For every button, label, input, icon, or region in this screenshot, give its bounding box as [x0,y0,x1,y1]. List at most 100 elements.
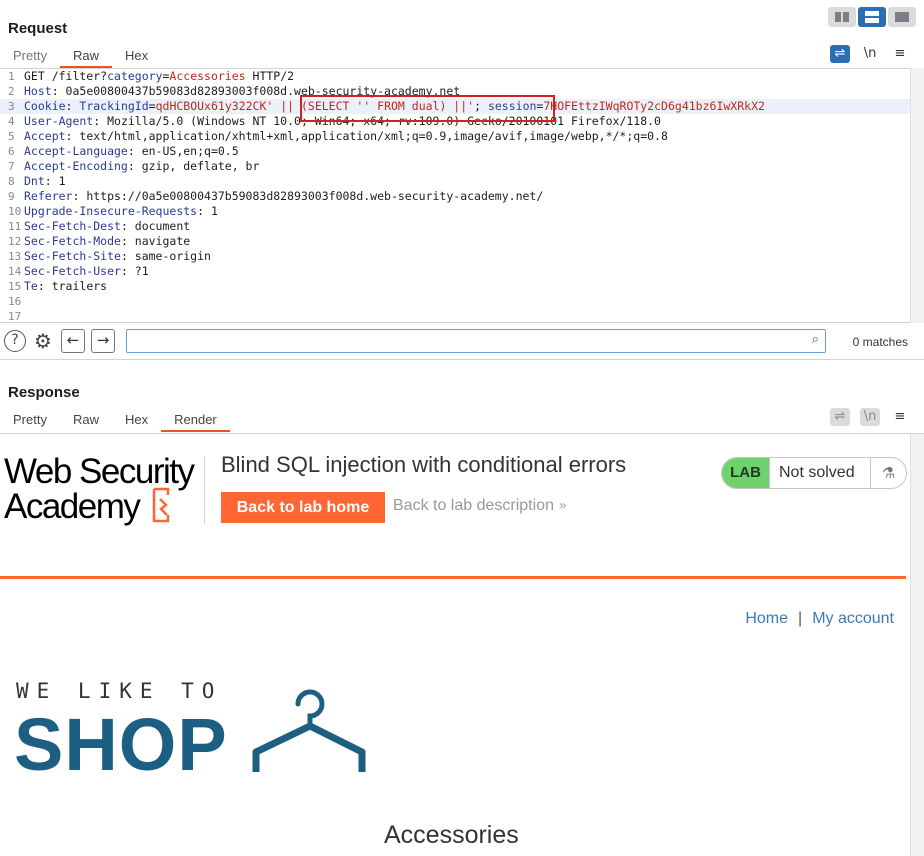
lab-status-badge: LAB Not solved ⚗ [721,457,907,489]
wrap-icon[interactable]: ⇌ [830,408,850,426]
code-token: Upgrade-Insecure-Requests [24,204,198,218]
line-code: Accept-Encoding: gzip, deflate, br [24,159,259,174]
menu-icon[interactable]: ≡ [890,408,910,426]
line-code: Sec-Fetch-Site: same-origin [24,249,211,264]
editor-line[interactable]: 8 Dnt: 1 [0,174,924,189]
nav-my-account-link[interactable]: My account [812,610,894,627]
shop-tagline: WE LIKE TO [16,679,223,703]
line-number: 12 [8,235,22,248]
code-token: Sec-Fetch-Dest [24,219,121,233]
layout-toggle-group [828,7,916,27]
layout-side-by-side-button[interactable] [828,7,856,27]
request-tools: ⇌ \n ≡ [830,45,910,63]
search-next-button[interactable]: → [91,329,115,353]
code-token: Dnt [24,174,45,188]
code-token: TrackingId [79,99,149,113]
newline-toggle[interactable]: \n [860,408,880,426]
line-code: Sec-Fetch-User: ?1 [24,264,149,279]
nav-home-link[interactable]: Home [745,610,788,627]
code-token: : 1 [44,174,66,188]
search-icon: ⌕ [811,332,819,347]
editor-line[interactable]: 15 Te: trailers [0,279,924,294]
line-number: 4 [8,115,15,128]
line-number: 14 [8,265,22,278]
response-tabs: Pretty Raw Hex Render [0,411,230,432]
line-number: 1 [8,70,15,83]
lab-tag: LAB [722,458,770,488]
request-tabs: Pretty Raw Hex [0,47,161,68]
line-number: 2 [8,85,15,98]
editor-line[interactable]: 13 Sec-Fetch-Site: same-origin [0,249,924,264]
request-tab-pretty[interactable]: Pretty [0,47,60,68]
code-token: Sec-Fetch-Site [24,249,121,263]
line-code: Accept-Language: en-US,en;q=0.5 [24,144,239,159]
wrap-icon[interactable]: ⇌ [830,45,850,63]
response-tab-raw[interactable]: Raw [60,411,112,432]
code-token: User-Agent [24,114,94,128]
menu-icon[interactable]: ≡ [890,45,910,63]
editor-line[interactable]: 5 Accept: text/html,application/xhtml+xml… [0,129,924,144]
code-token: : gzip, deflate, br [127,159,260,173]
search-prev-button[interactable]: ← [61,329,85,353]
category-title: Accessories [384,821,519,849]
editor-line[interactable]: 9 Referer: https://0a5e00800437b59083d828… [0,189,924,204]
editor-line[interactable]: 7 Accept-Encoding: gzip, deflate, br [0,159,924,174]
request-title: Request [8,20,68,37]
line-number: 17 [8,310,22,323]
injection-highlight-box [300,95,555,122]
flask-icon: ⚗ [870,458,906,488]
line-code: Dnt: 1 [24,174,66,189]
line-code: GET /filter?category=Accessories HTTP/2 [24,69,294,84]
back-to-lab-description-link[interactable]: Back to lab description » [393,497,567,515]
code-token: : ?1 [120,264,149,278]
lab-status-text: Not solved [779,464,855,481]
search-matches-count: 0 matches [852,335,908,349]
back-to-lab-home-button[interactable]: Back to lab home [221,492,385,523]
response-tab-hex[interactable]: Hex [112,411,161,432]
settings-gear-icon[interactable]: ⚙ [32,330,54,352]
editor-line[interactable]: 11 Sec-Fetch-Dest: document [0,219,924,234]
code-token: Accessories [169,69,246,83]
line-number: 7 [8,160,15,173]
code-token: Te [24,279,38,293]
line-number: 3 [8,100,15,113]
search-input[interactable]: ⌕ [126,329,826,353]
shop-logo-text: SHOP [14,703,228,786]
line-code: Sec-Fetch-Dest: document [24,219,190,234]
editor-line[interactable]: 10 Upgrade-Insecure-Requests: 1 [0,204,924,219]
line-code: Sec-Fetch-Mode: navigate [24,234,190,249]
code-token: HTTP/2 [245,69,295,83]
code-token: : https://0a5e00800437b59083d82893003f00… [72,189,544,203]
code-token: Sec-Fetch-Mode [24,234,121,248]
response-tab-pretty[interactable]: Pretty [0,411,60,432]
line-number: 13 [8,250,22,263]
code-token: = [148,99,156,113]
line-number: 15 [8,280,22,293]
editor-line[interactable]: 1 GET /filter?category=Accessories HTTP/2 [0,69,924,84]
line-number: 8 [8,175,15,188]
response-tab-render[interactable]: Render [161,411,230,432]
code-token: : 1 [197,204,218,218]
request-scrollbar[interactable] [910,68,924,323]
line-code: Upgrade-Insecure-Requests: 1 [24,204,218,219]
request-tab-raw[interactable]: Raw [59,47,112,68]
render-scrollbar[interactable] [910,434,924,856]
editor-line[interactable]: 6 Accept-Language: en-US,en;q=0.5 [0,144,924,159]
code-token: Sec-Fetch-User [24,264,121,278]
line-code: Te: trailers [24,279,107,294]
editor-line[interactable]: 14 Sec-Fetch-User: ?1 [0,264,924,279]
code-token: 7HOFEttzIWqROTy2cD6g41bz6IwXRkX2 [543,99,765,113]
editor-line[interactable]: 12 Sec-Fetch-Mode: navigate [0,234,924,249]
logo-bolt-icon [152,487,170,523]
editor-line[interactable]: 17 [0,309,924,323]
request-tab-hex[interactable]: Hex [112,47,161,68]
code-token: category [107,69,163,83]
help-icon[interactable]: ? [4,330,26,352]
newline-toggle[interactable]: \n [860,45,880,63]
code-token: : same-origin [120,249,211,263]
response-tools: ⇌ \n ≡ [830,408,910,426]
layout-stacked-button[interactable] [858,7,886,27]
editor-line[interactable]: 16 [0,294,924,309]
layout-tabs-button[interactable] [888,7,916,27]
header-divider [204,456,205,524]
